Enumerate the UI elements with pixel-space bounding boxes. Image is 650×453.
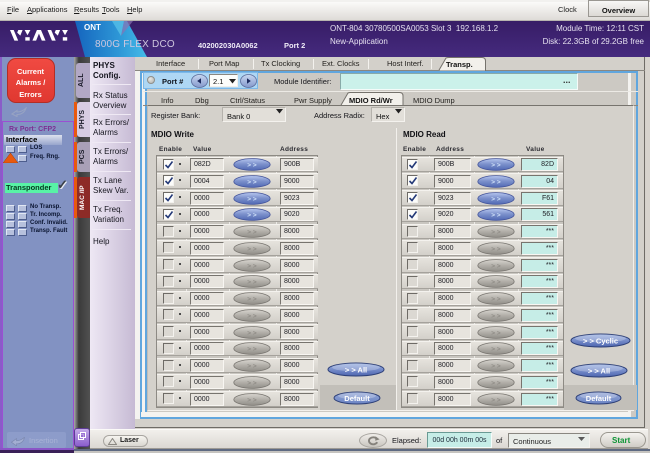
svg-text:> >: > > [247,262,257,269]
svg-text:> >: > > [491,179,501,186]
svg-text:> >: > > [491,246,501,253]
svg-text:> >: > > [491,313,501,320]
svg-text:> >: > > [491,279,501,286]
svg-text:> >: > > [247,279,257,286]
svg-text:> >: > > [247,229,257,236]
svg-text:> >: > > [247,313,257,320]
svg-text:> >: > > [491,396,501,403]
svg-text:> >: > > [491,212,501,219]
svg-text:> >: > > [491,363,501,370]
svg-text:> >: > > [247,380,257,387]
svg-text:Default: Default [586,394,612,403]
svg-text:> >: > > [491,346,501,353]
svg-text:> >: > > [247,296,257,303]
svg-text:> >: > > [491,296,501,303]
svg-text:> >: > > [247,396,257,403]
svg-text:> >: > > [491,329,501,336]
svg-text:> >: > > [247,212,257,219]
svg-text:> >: > > [491,229,501,236]
svg-text:> > All: > > All [588,366,610,375]
svg-text:> >: > > [247,363,257,370]
svg-text:> >: > > [247,162,257,169]
svg-text:> >: > > [491,262,501,269]
svg-text:> >: > > [247,195,257,202]
svg-text:> >: > > [491,162,501,169]
svg-text:Default: Default [344,394,370,403]
svg-text:> >: > > [247,179,257,186]
svg-text:> >: > > [247,329,257,336]
svg-text:> > All: > > All [345,365,367,374]
svg-text:> >: > > [491,380,501,387]
svg-text:> > Cyclic: > > Cyclic [583,336,618,345]
svg-text:> >: > > [491,195,501,202]
svg-text:> >: > > [247,346,257,353]
svg-text:> >: > > [247,246,257,253]
